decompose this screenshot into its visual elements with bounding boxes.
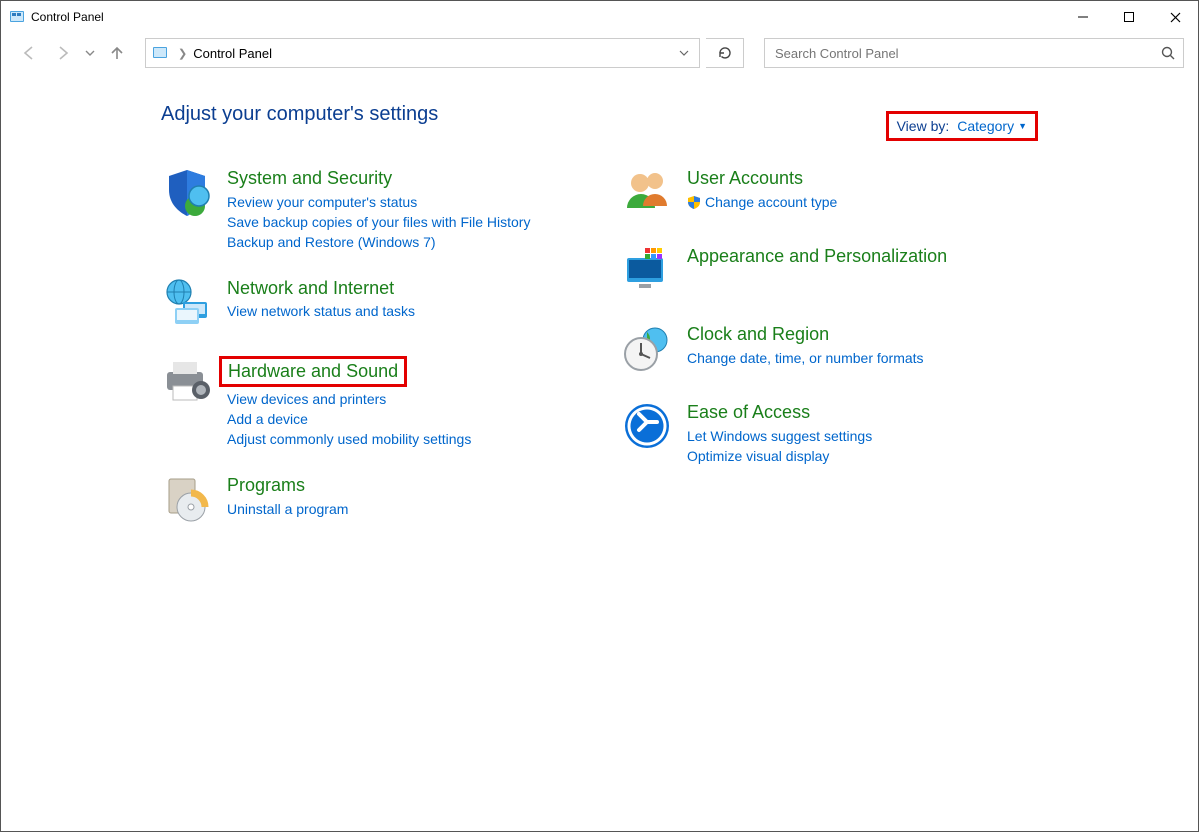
view-by-value[interactable]: Category ▼ — [957, 118, 1027, 134]
clock-globe-icon — [621, 322, 673, 374]
view-by-value-text: Category — [957, 118, 1014, 134]
category-title[interactable]: Network and Internet — [227, 278, 394, 300]
category-ease-of-access: Ease of Access Let Windows suggest setti… — [621, 400, 1021, 464]
category-title[interactable]: Clock and Region — [687, 324, 829, 346]
maximize-button[interactable] — [1106, 1, 1152, 33]
content-area: Adjust your computer's settings View by:… — [1, 73, 1198, 551]
category-link[interactable]: Backup and Restore (Windows 7) — [227, 234, 530, 250]
control-panel-icon — [9, 9, 25, 25]
category-link[interactable]: Optimize visual display — [687, 448, 872, 464]
category-user-accounts: User Accounts Change account type — [621, 166, 1021, 218]
category-link[interactable]: Adjust commonly used mobility settings — [227, 431, 471, 447]
category-link[interactable]: Let Windows suggest settings — [687, 428, 872, 444]
toolbar: ❯ Control Panel — [1, 33, 1198, 73]
category-link[interactable]: Change date, time, or number formats — [687, 350, 924, 366]
right-column: User Accounts Change account type Appear… — [621, 166, 1021, 551]
category-link-text: Change account type — [705, 194, 837, 210]
category-link[interactable]: Add a device — [227, 411, 471, 427]
category-title[interactable]: Programs — [227, 475, 305, 497]
category-programs: Programs Uninstall a program — [161, 473, 561, 525]
category-title[interactable]: Appearance and Personalization — [687, 246, 947, 268]
printer-icon — [161, 354, 213, 406]
disc-box-icon — [161, 473, 213, 525]
uac-shield-icon — [687, 195, 701, 209]
category-title[interactable]: Hardware and Sound — [219, 356, 407, 388]
breadcrumb-item[interactable]: Control Panel — [193, 46, 272, 61]
category-title[interactable]: User Accounts — [687, 168, 803, 190]
recent-dropdown[interactable] — [83, 39, 97, 67]
forward-button[interactable] — [49, 39, 77, 67]
category-link[interactable]: View network status and tasks — [227, 303, 415, 319]
address-bar[interactable]: ❯ Control Panel — [145, 38, 700, 68]
address-dropdown-icon[interactable] — [675, 48, 693, 58]
category-title[interactable]: System and Security — [227, 168, 392, 190]
category-clock-region: Clock and Region Change date, time, or n… — [621, 322, 1021, 374]
category-link[interactable]: Review your computer's status — [227, 194, 530, 210]
category-hardware-sound: Hardware and Sound View devices and prin… — [161, 354, 561, 448]
users-icon — [621, 166, 673, 218]
category-link[interactable]: Change account type — [687, 194, 837, 210]
category-system-security: System and Security Review your computer… — [161, 166, 561, 250]
category-link[interactable]: Uninstall a program — [227, 501, 348, 517]
search-icon — [1161, 46, 1175, 60]
category-title[interactable]: Ease of Access — [687, 402, 810, 424]
window-controls — [1060, 1, 1198, 33]
monitor-colors-icon — [621, 244, 673, 296]
minimize-button[interactable] — [1060, 1, 1106, 33]
back-button[interactable] — [15, 39, 43, 67]
view-by-selector[interactable]: View by: Category ▼ — [886, 111, 1038, 141]
close-button[interactable] — [1152, 1, 1198, 33]
ease-of-access-icon — [621, 400, 673, 452]
search-input[interactable] — [773, 45, 1161, 62]
search-box[interactable] — [764, 38, 1184, 68]
breadcrumb-separator: ❯ — [172, 47, 193, 60]
category-link[interactable]: Save backup copies of your files with Fi… — [227, 214, 530, 230]
titlebar: Control Panel — [1, 1, 1198, 33]
category-link[interactable]: View devices and printers — [227, 391, 471, 407]
view-by-label: View by: — [897, 118, 950, 134]
left-column: System and Security Review your computer… — [161, 166, 561, 551]
chevron-down-icon: ▼ — [1018, 121, 1027, 131]
window-title: Control Panel — [31, 10, 104, 24]
shield-icon — [161, 166, 213, 218]
refresh-button[interactable] — [706, 38, 744, 68]
category-appearance: Appearance and Personalization — [621, 244, 1021, 296]
up-button[interactable] — [103, 39, 131, 67]
control-panel-icon — [152, 45, 168, 61]
category-network-internet: Network and Internet View network status… — [161, 276, 561, 328]
network-icon — [161, 276, 213, 328]
